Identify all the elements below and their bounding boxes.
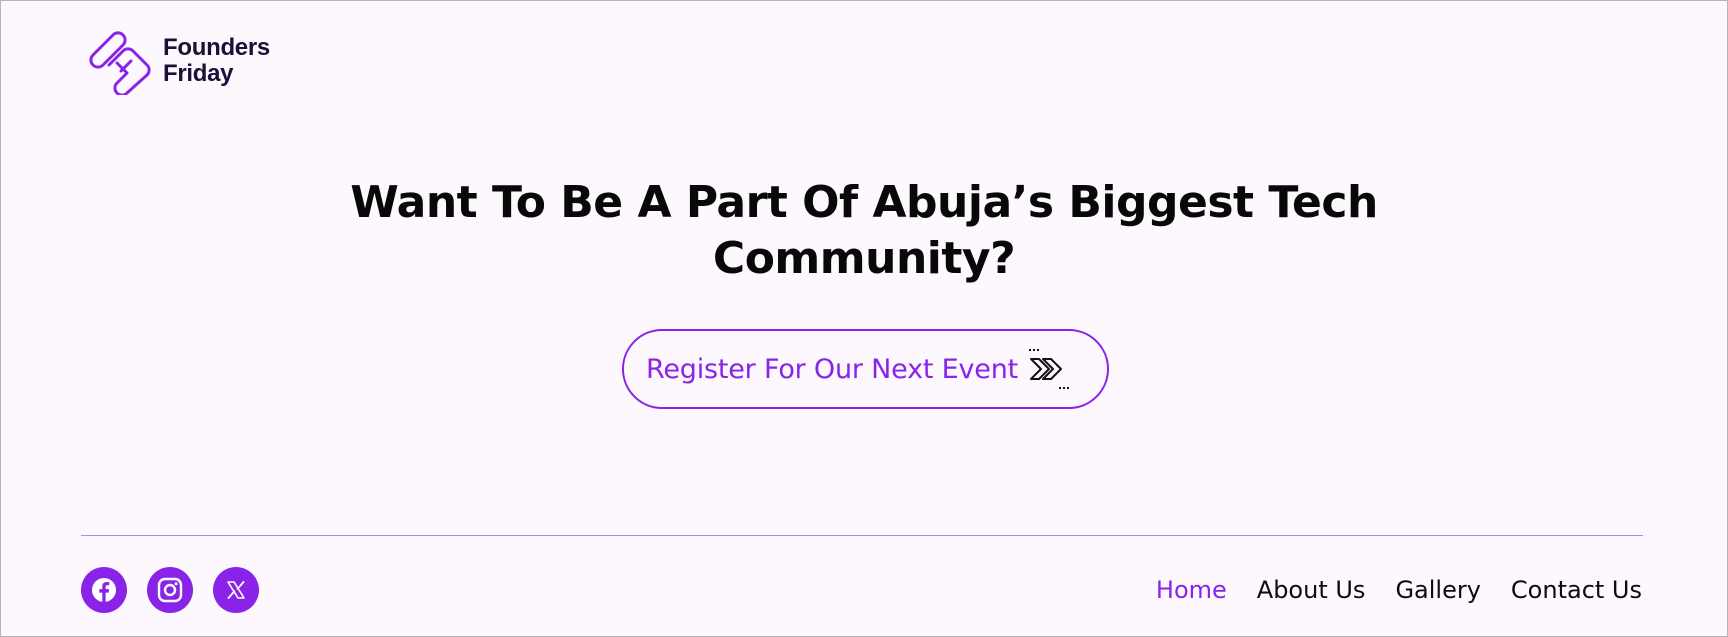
register-button-label: Register For Our Next Event xyxy=(646,353,1018,385)
nav-about-us[interactable]: About Us xyxy=(1257,573,1366,607)
nav-gallery[interactable]: Gallery xyxy=(1395,573,1480,607)
instagram-icon xyxy=(157,577,183,603)
brand-name-line1: Founders xyxy=(163,34,270,61)
x-link[interactable] xyxy=(213,567,259,613)
founders-friday-logo-mark-icon xyxy=(89,31,151,95)
hero-section: Want To Be A Part Of Abuja’s Biggest Tec… xyxy=(1,175,1727,287)
facebook-icon xyxy=(92,578,116,602)
brand-logo-link[interactable]: Founders Friday xyxy=(87,27,270,95)
hero-title: Want To Be A Part Of Abuja’s Biggest Tec… xyxy=(350,177,1378,284)
brand-name: Founders Friday xyxy=(163,35,270,87)
page-frame: Founders Friday Want To Be A Part Of Abu… xyxy=(0,0,1728,637)
instagram-link[interactable] xyxy=(147,567,193,613)
double-chevron-right-icon xyxy=(1029,349,1069,389)
register-next-event-button[interactable]: Register For Our Next Event xyxy=(622,329,1109,409)
facebook-link[interactable] xyxy=(81,567,127,613)
footer-divider xyxy=(81,535,1643,536)
brand-name-line2: Friday xyxy=(163,60,234,87)
footer-nav: Home About Us Gallery Contact Us xyxy=(1156,573,1642,607)
social-links xyxy=(81,567,259,613)
nav-home[interactable]: Home xyxy=(1156,573,1227,607)
nav-contact-us[interactable]: Contact Us xyxy=(1511,573,1642,607)
x-icon xyxy=(227,581,245,599)
